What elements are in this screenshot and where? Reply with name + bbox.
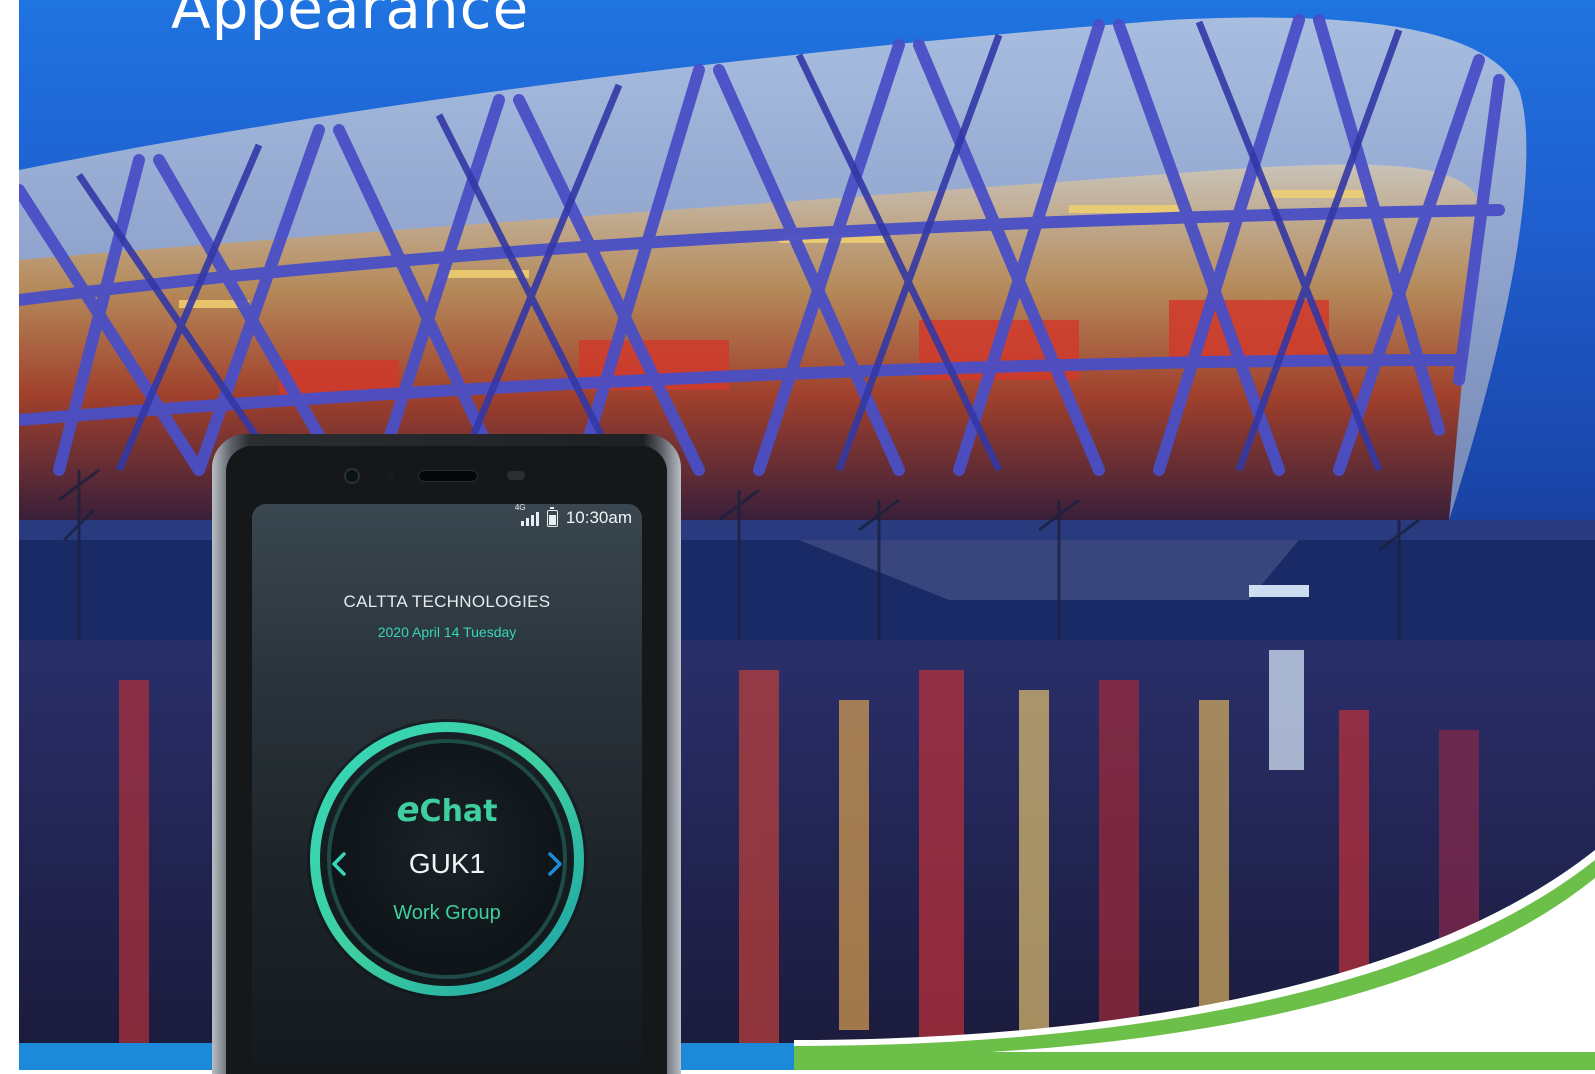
phone-screen: 4G 10:30am CALTTA TECHNOLOGIES 2020 Apri… <box>252 504 642 1070</box>
date-label: 2020 April 14 Tuesday <box>377 624 517 640</box>
headline: Appearance <box>171 0 530 42</box>
group-name: GUK1 <box>408 848 486 879</box>
front-camera-icon <box>344 468 360 484</box>
status-bar: 4G 10:30am <box>515 504 632 528</box>
earpiece-speaker-icon <box>418 470 478 482</box>
echat-logo: eChat <box>252 790 642 830</box>
echat-logo-prefix: e <box>396 790 420 830</box>
chevron-right-icon[interactable] <box>544 851 566 877</box>
signal-icon: 4G <box>515 504 539 526</box>
status-time: 10:30am <box>565 508 632 527</box>
echat-logo-name: Chat <box>419 794 498 829</box>
proximity-sensor-icon <box>387 472 394 479</box>
company-name: CALTTA TECHNOLOGIES <box>343 592 551 611</box>
group-type: Work Group <box>393 902 501 924</box>
front-flash-icon <box>507 471 525 480</box>
network-type: 4G <box>514 504 526 512</box>
battery-icon <box>546 506 558 527</box>
